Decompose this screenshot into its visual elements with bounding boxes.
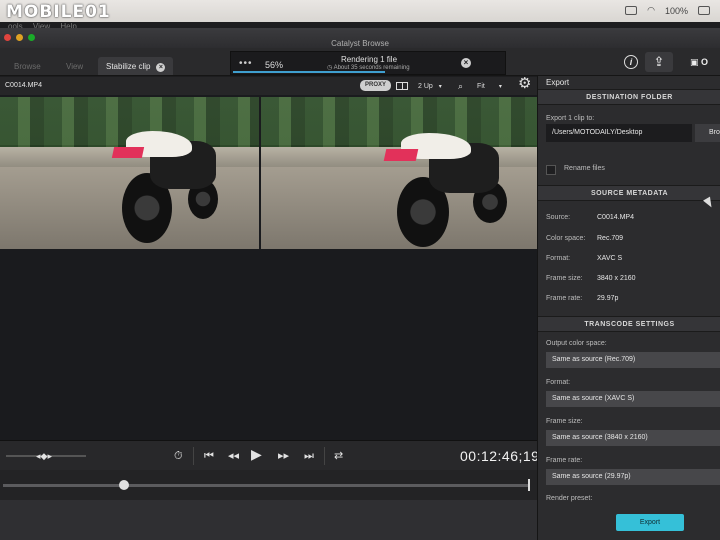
meta-label-format: Format: xyxy=(546,255,571,262)
two-up-layout-icon xyxy=(396,82,408,90)
battery-icon[interactable] xyxy=(698,6,710,15)
destination-section-title: DESTINATION FOLDER xyxy=(538,89,720,105)
render-progress-bar xyxy=(233,71,386,73)
status-area: ◠ 100% xyxy=(625,5,710,16)
stabilized-frame xyxy=(261,97,537,249)
timer-icon[interactable]: ⏱ xyxy=(174,449,183,463)
frame-rate-label: Frame rate: xyxy=(546,457,583,464)
browse-button[interactable]: Bro xyxy=(695,124,720,142)
info-icon: i xyxy=(624,55,638,69)
tab-view[interactable]: View xyxy=(58,57,91,75)
menu-bar: MOBILE01 ◠ 100% xyxy=(0,0,720,22)
loop-icon[interactable]: ⇄ xyxy=(334,449,343,463)
wifi-icon[interactable]: ◠ xyxy=(647,5,655,16)
export-panel: Export DESTINATION FOLDER Export 1 clip … xyxy=(537,76,720,540)
rename-files-label: Rename files xyxy=(564,165,605,172)
proxy-badge[interactable]: PROXY xyxy=(360,80,392,91)
format-label: Format: xyxy=(546,379,571,386)
export-button[interactable]: Export xyxy=(616,514,684,531)
window-titlebar: Catalyst Browse xyxy=(0,28,720,48)
step-forward-icon[interactable]: ▸▸ xyxy=(278,449,289,463)
render-percent: 56% xyxy=(265,60,284,70)
panel-header: Export xyxy=(546,78,570,87)
meta-label-source: Source: xyxy=(546,214,571,221)
render-progress-box: ••• 56% Rendering 1 file ◷ About 35 seco… xyxy=(230,51,506,75)
chevron-down-icon: ▾ xyxy=(438,83,442,90)
speed-handle-icon[interactable]: ◂◆▸ xyxy=(36,449,52,463)
render-remaining: ◷ About 35 seconds remaining xyxy=(327,65,410,71)
playhead-handle[interactable] xyxy=(118,480,129,490)
battery-percent: 100% xyxy=(664,5,688,16)
meta-value-format: XAVC S xyxy=(597,255,623,262)
cancel-render-icon[interactable]: × xyxy=(461,58,471,68)
go-to-end-icon[interactable]: ⏭ xyxy=(304,449,314,463)
output-colorspace-label: Output color space: xyxy=(546,340,607,347)
metadata-section-title: SOURCE METADATA xyxy=(538,185,720,201)
viewer-header: C0014.MP4 PROXY 2 Up ▾ ⌕ Fit ▾ xyxy=(0,77,537,95)
render-preset-label: Render preset: xyxy=(546,495,593,502)
meta-value-framesize: 3840 x 2160 xyxy=(597,275,636,282)
timeline[interactable] xyxy=(0,470,537,500)
go-to-start-icon[interactable]: ⏮ xyxy=(204,449,214,463)
search-icon: ⌕ xyxy=(458,80,464,91)
original-frame xyxy=(0,97,259,249)
options-button[interactable]: ▣ O xyxy=(690,52,708,72)
gear-icon[interactable]: ⚙ xyxy=(518,74,531,92)
meta-value-framerate: 29.97p xyxy=(597,295,619,302)
meta-value-source: C0014.MP4 xyxy=(597,214,634,221)
timecode: 00:12:46;19 xyxy=(460,448,540,464)
out-point-marker[interactable] xyxy=(528,479,530,491)
layout-select[interactable]: 2 Up ▾ xyxy=(396,79,442,93)
zoom-select[interactable]: ⌕ Fit ▾ xyxy=(458,79,502,93)
bottom-bar xyxy=(0,500,537,540)
render-title: Rendering 1 file xyxy=(341,55,398,64)
export-to-label: Export 1 clip to: xyxy=(546,115,595,122)
tab-browse[interactable]: Browse xyxy=(6,57,49,75)
transport-bar: ◂◆▸ ⏱ ⏮ ◂◂ ▶ ▸▸ ⏭ ⇄ 00:12:46;19 xyxy=(0,440,540,470)
export-toolbar-button[interactable]: ⇪ xyxy=(645,52,673,72)
rename-files-checkbox[interactable] xyxy=(546,165,556,175)
window-title: Catalyst Browse xyxy=(331,39,389,48)
meta-label-framesize: Frame size: xyxy=(546,275,583,282)
transcode-section-title: TRANSCODE SETTINGS xyxy=(538,316,720,332)
chevron-down-icon: ▾ xyxy=(498,83,502,90)
close-tab-icon[interactable]: × xyxy=(156,63,166,72)
frame-rate-select[interactable]: Same as source (29.97p) xyxy=(546,469,720,485)
frame-size-select[interactable]: Same as source (3840 x 2160) xyxy=(546,430,720,446)
meta-value-colorspace: Rec.709 xyxy=(597,235,624,242)
tab-stabilize-label: Stabilize clip xyxy=(106,62,151,71)
timeline-track[interactable] xyxy=(3,484,528,487)
info-button[interactable]: i xyxy=(624,52,638,72)
render-activity-icon: ••• xyxy=(239,58,253,69)
watermark-logo: MOBILE01 xyxy=(6,2,111,22)
meta-label-framerate: Frame rate: xyxy=(546,295,583,302)
frame-size-label: Frame size: xyxy=(546,418,583,425)
meta-label-colorspace: Color space: xyxy=(546,235,586,242)
output-colorspace-select[interactable]: Same as source (Rec.709) xyxy=(546,352,720,368)
airplay-icon[interactable] xyxy=(625,6,638,15)
export-upload-icon: ⇪ xyxy=(653,54,665,69)
destination-path-field[interactable]: /Users/MOTODAILY/Desktop xyxy=(546,124,692,142)
format-select[interactable]: Same as source (XAVC S) xyxy=(546,391,720,407)
tab-stabilize-clip[interactable]: Stabilize clip × xyxy=(98,57,174,75)
clip-name: C0014.MP4 xyxy=(5,82,42,89)
step-back-icon[interactable]: ◂◂ xyxy=(228,449,239,463)
play-icon[interactable]: ▶ xyxy=(251,447,262,461)
briefcase-icon: ▣ xyxy=(690,56,702,67)
